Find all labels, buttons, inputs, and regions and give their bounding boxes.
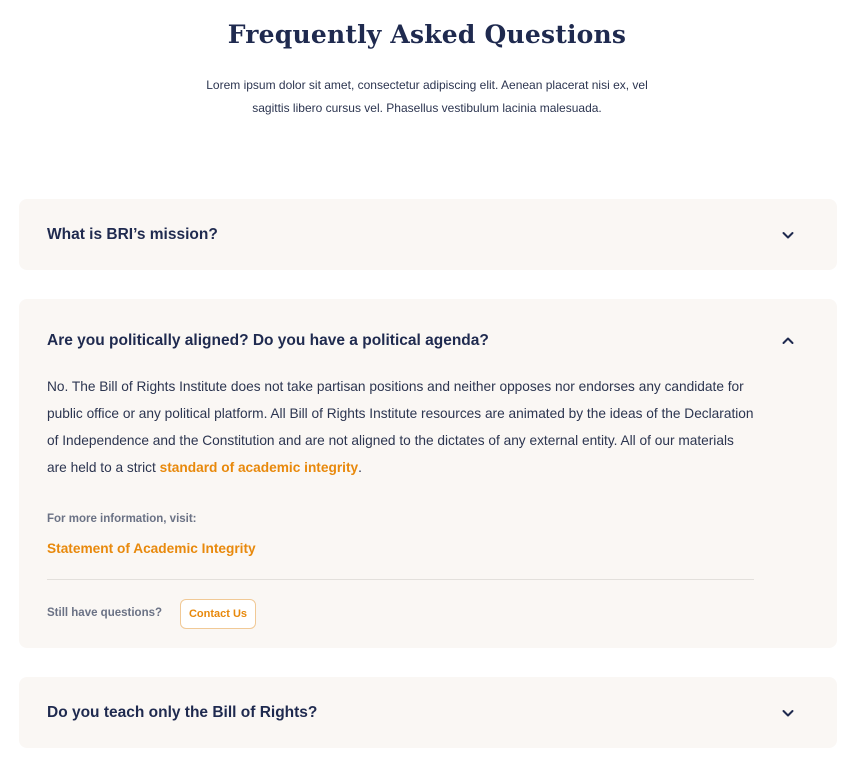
divider — [47, 579, 754, 580]
page-subtitle: Lorem ipsum dolor sit amet, consectetur … — [206, 78, 648, 115]
answer-end: . — [358, 460, 362, 475]
statement-link[interactable]: Statement of Academic Integrity — [47, 541, 256, 556]
contact-us-button[interactable]: Contact Us — [180, 599, 256, 629]
still-questions-label: Still have questions? — [47, 607, 163, 619]
chevron-down-icon[interactable] — [780, 227, 796, 243]
page-title: Frequently Asked Questions — [227, 20, 627, 49]
chevron-down-icon[interactable] — [780, 705, 796, 721]
faq-question[interactable]: Do you teach only the Bill of Rights? — [47, 704, 317, 722]
faq-item[interactable]: What is BRI’s mission? — [19, 199, 837, 270]
faq-answer: No. The Bill of Rights Institute does no… — [47, 373, 757, 481]
chevron-up-icon[interactable] — [780, 333, 796, 349]
faq-item[interactable]: Do you teach only the Bill of Rights? — [19, 677, 837, 748]
answer-text: No. The Bill of Rights Institute does no… — [47, 379, 754, 475]
faq-question[interactable]: Are you politically aligned? Do you have… — [47, 332, 489, 350]
more-info-label: For more information, visit: — [47, 513, 197, 525]
academic-integrity-link[interactable]: standard of academic integrity — [160, 460, 359, 475]
faq-item-expanded[interactable]: Are you politically aligned? Do you have… — [19, 299, 837, 648]
faq-question[interactable]: What is BRI’s mission? — [47, 226, 218, 244]
